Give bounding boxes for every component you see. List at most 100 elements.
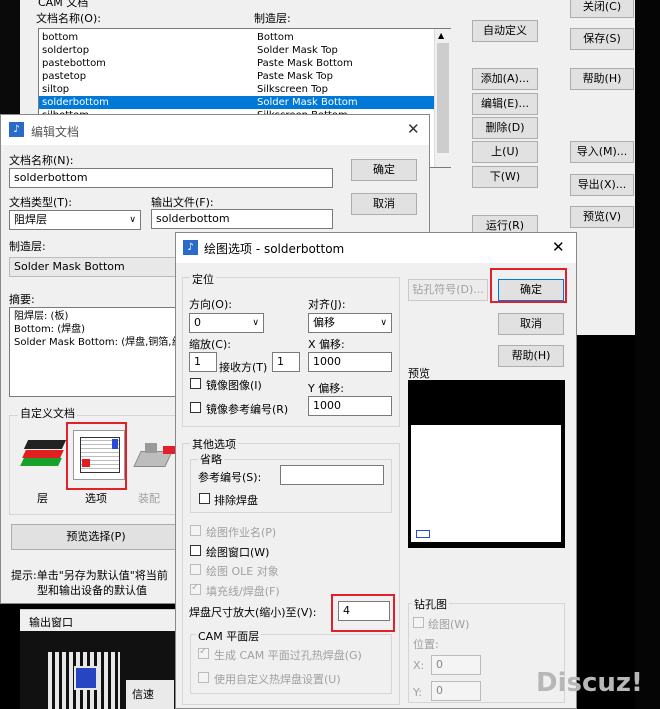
export-button[interactable]: 导出(X)... xyxy=(570,174,634,196)
ok-highlight xyxy=(490,268,567,303)
list-item[interactable]: solderbottom Solder Mask Bottom xyxy=(39,96,450,109)
summary-label: 摘要: xyxy=(9,293,35,306)
exclude-pads-checkbox[interactable] xyxy=(199,493,210,504)
list-item-name: siltop xyxy=(42,84,70,95)
list-item-layer: Paste Mask Top xyxy=(257,71,333,82)
doc-type-select[interactable]: 阻焊层 ∨ xyxy=(9,210,141,230)
custom-doc-label: 自定义文档 xyxy=(18,405,77,421)
preview-label: 预览 xyxy=(408,367,430,380)
drill-x-label: X: xyxy=(413,659,425,672)
up-button[interactable]: 上(U) xyxy=(472,141,538,163)
output-file-label: 输出文件(F): xyxy=(151,196,214,209)
direction-label: 方向(O): xyxy=(189,298,232,311)
scale-label: 缩放(C): xyxy=(189,338,231,351)
y-offset-input[interactable]: 1000 xyxy=(308,396,392,416)
layer-select[interactable]: Solder Mask Bottom xyxy=(9,257,179,277)
align-select[interactable]: 偏移 ∨ xyxy=(308,313,392,333)
plot-title: 绘图选项 - solderbottom xyxy=(204,242,345,256)
close-icon[interactable]: ✕ xyxy=(407,120,420,138)
close-icon[interactable]: ✕ xyxy=(552,238,565,256)
list-item-layer: Bottom xyxy=(257,32,294,43)
plot-cancel-button[interactable]: 取消 xyxy=(498,313,564,335)
edit-button[interactable]: 编辑(E)... xyxy=(472,93,538,115)
drill-x-input[interactable]: 0 xyxy=(431,655,481,675)
app-icon: ♪ xyxy=(9,122,24,137)
mirror-ref-checkbox[interactable] xyxy=(190,402,201,413)
shrink-label: 接收方(T) xyxy=(219,361,268,374)
doc-name-input[interactable]: solderbottom xyxy=(9,168,333,188)
down-button[interactable]: 下(W) xyxy=(472,166,538,188)
drill-group-label: 钻孔图 xyxy=(412,596,449,612)
mirror-ref-label: 镜像参考编号(R) xyxy=(206,403,289,416)
watermark: Discuz! xyxy=(536,668,643,698)
list-item-layer: Silkscreen Top xyxy=(257,84,328,95)
edit-doc-titlebar[interactable]: ♪ 编辑文档 ✕ xyxy=(1,115,429,145)
doc-type-label: 文档类型(T): xyxy=(9,196,73,209)
preview-select-button[interactable]: 预览选择(P) xyxy=(11,524,181,550)
auto-define-button[interactable]: 自动定义 xyxy=(472,20,538,42)
shrink-input[interactable]: 1 xyxy=(272,352,300,372)
chevron-down-icon: ∨ xyxy=(252,318,259,328)
edit-doc-cancel-button[interactable]: 取消 xyxy=(351,193,417,215)
options-highlight xyxy=(66,422,127,490)
delete-button[interactable]: 删除(D) xyxy=(472,117,538,139)
save-button[interactable]: 保存(S) xyxy=(570,28,634,50)
app-icon: ♪ xyxy=(183,240,198,255)
ref-label: 参考编号(S): xyxy=(198,471,262,484)
scale-input[interactable]: 1 xyxy=(189,352,217,372)
list-scrollbar[interactable]: ▲ xyxy=(434,29,451,167)
taskbar-text: 信速 xyxy=(132,688,154,701)
list-item[interactable]: soldertop Solder Mask Top xyxy=(39,44,450,57)
list-item[interactable]: siltop Silkscreen Top xyxy=(39,83,450,96)
x-offset-label: X 偏移: xyxy=(308,338,345,351)
plot-help-button[interactable]: 帮助(H) xyxy=(498,345,564,367)
edit-doc-ok-button[interactable]: 确定 xyxy=(351,159,417,181)
exclude-pads-label: 排除焊盘 xyxy=(214,494,258,507)
summary-box: 阻焊层: (板) Bottom: (焊盘) Solder Mask Bottom… xyxy=(9,307,179,397)
position-label: 位置: xyxy=(413,638,439,651)
pad-size-label: 焊盘尺寸放大(缩小)至(V): xyxy=(189,606,317,619)
mirror-image-checkbox[interactable] xyxy=(190,378,201,389)
preview-button[interactable]: 预览(V) xyxy=(570,206,634,228)
close-button[interactable]: 关闭(C) xyxy=(570,0,634,18)
direction-select[interactable]: 0 ∨ xyxy=(189,313,264,333)
drill-plot-checkbox[interactable] xyxy=(413,617,424,628)
plot-job-name-checkbox[interactable] xyxy=(190,525,201,536)
plot-ole-checkbox[interactable] xyxy=(190,564,201,575)
drill-y-input[interactable]: 0 xyxy=(431,681,481,701)
assembly-icon[interactable] xyxy=(131,435,175,475)
plot-options-dialog: ♪ 绘图选项 - solderbottom ✕ 定位 方向(O): 0 ∨ 对齐(… xyxy=(175,232,577,709)
import-button[interactable]: 导入(M)... xyxy=(570,141,634,163)
tip-line-2: 型和输出设备的默认值 xyxy=(37,584,147,597)
y-offset-label: Y 偏移: xyxy=(308,382,344,395)
plot-titlebar[interactable]: ♪ 绘图选项 - solderbottom ✕ xyxy=(176,233,576,263)
ref-input[interactable] xyxy=(280,465,384,485)
summary-line: 阻焊层: (板) xyxy=(14,311,69,322)
omit-label: 省略 xyxy=(198,451,224,467)
plot-window-label: 绘图窗口(W) xyxy=(206,546,270,559)
list-item-name: soldertop xyxy=(42,45,90,56)
layer-label: 制造层: xyxy=(9,240,46,253)
fill-lines-checkbox[interactable] xyxy=(190,582,201,595)
tip-line-1: 提示:单击"另存为默认值"将当前 xyxy=(11,569,168,582)
gen-thermal-label: 生成 CAM 平面过孔热焊盘(G) xyxy=(214,649,362,662)
help-button[interactable]: 帮助(H) xyxy=(570,68,634,90)
position-group-label: 定位 xyxy=(190,271,216,287)
list-item[interactable]: bottom Bottom xyxy=(39,31,450,44)
list-item-name: bottom xyxy=(42,32,79,43)
taskbar-item[interactable]: 信速 xyxy=(126,680,174,709)
add-button[interactable]: 添加(A)... xyxy=(472,68,538,90)
list-item[interactable]: pastetop Paste Mask Top xyxy=(39,70,450,83)
chevron-down-icon: ∨ xyxy=(129,215,136,225)
drill-plot-label: 绘图(W) xyxy=(428,618,470,631)
list-item[interactable]: pastebottom Paste Mask Bottom xyxy=(39,57,450,70)
drill-symbol-button[interactable]: 钻孔符号(D)... xyxy=(408,279,488,301)
assembly-label: 装配 xyxy=(138,492,160,505)
fill-lines-label: 填充线/焊盘(F) xyxy=(206,585,280,598)
gen-thermal-checkbox[interactable] xyxy=(198,646,209,659)
output-file-input[interactable]: solderbottom xyxy=(151,209,333,229)
layers-icon[interactable] xyxy=(18,430,67,478)
x-offset-input[interactable]: 1000 xyxy=(308,352,392,372)
plot-window-checkbox[interactable] xyxy=(190,545,201,556)
custom-thermal-checkbox[interactable] xyxy=(198,672,209,683)
